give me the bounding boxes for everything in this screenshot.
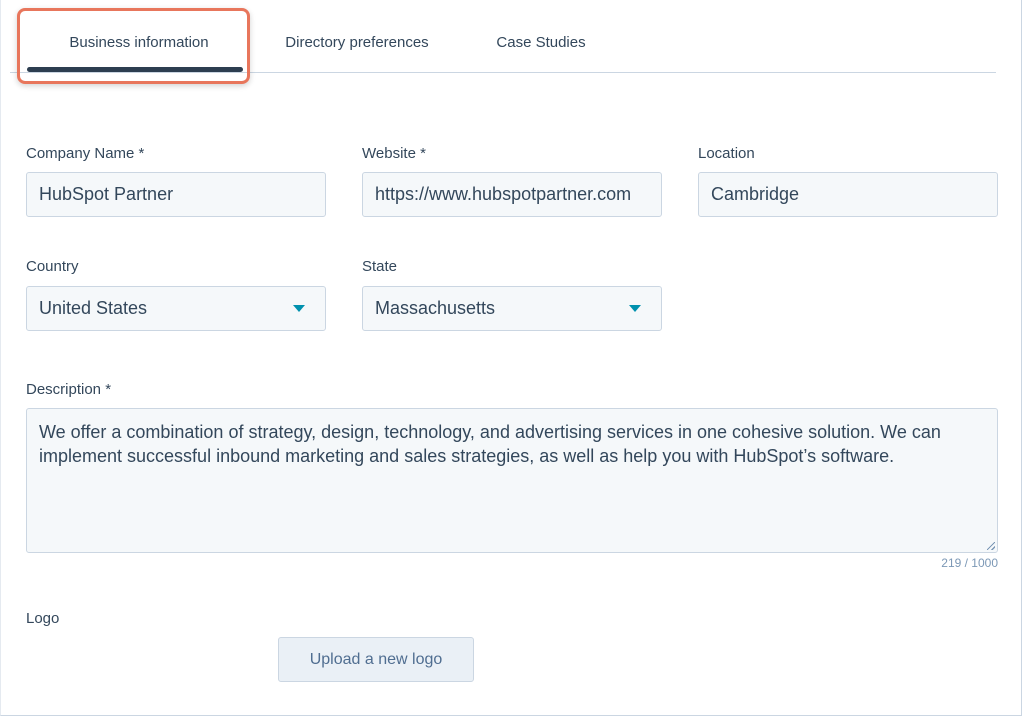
company-name-input[interactable]: HubSpot Partner [26,172,326,217]
description-label: Description * [26,381,112,398]
country-select-value: United States [39,298,148,318]
company-name-label: Company Name * [26,145,145,162]
logo-label: Logo [26,610,60,627]
location-label: Location [698,145,755,162]
country-select[interactable]: United States [26,286,326,331]
state-label: State [362,258,398,275]
description-textarea[interactable]: We offer a combination of strategy, desi… [26,408,998,553]
tab-directory-preferences[interactable]: Directory preferences [264,20,450,70]
caret-down-icon [629,305,641,312]
upload-logo-button[interactable]: Upload a new logo [278,637,474,682]
country-label: Country [26,258,79,275]
resize-grip-icon[interactable] [987,542,995,550]
website-input[interactable]: https://www.hubspotpartner.com [362,172,662,217]
caret-down-icon [293,305,305,312]
description-text: We offer a combination of strategy, desi… [39,422,941,466]
highlight-annotation-box [17,8,250,84]
state-select-value: Massachusetts [375,298,496,318]
tab-case-studies[interactable]: Case Studies [482,20,600,70]
website-label: Website * [362,145,426,162]
page-frame [0,0,1022,716]
location-input[interactable]: Cambridge [698,172,998,217]
state-select[interactable]: Massachusetts [362,286,662,331]
character-counter: 219 / 1000 [941,556,998,570]
